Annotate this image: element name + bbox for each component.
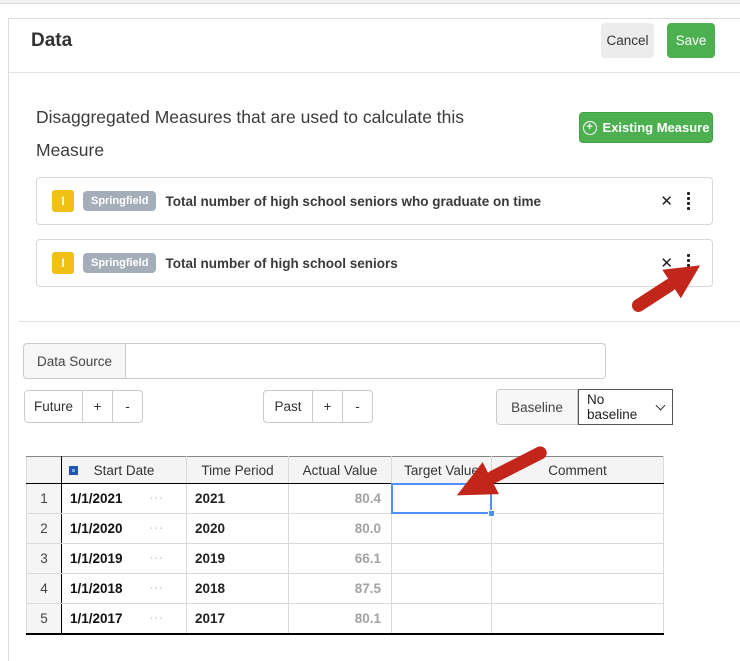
data-grid: Start Date Time Period Actual Value Targ… (26, 456, 664, 635)
cell-target-value[interactable] (391, 483, 492, 514)
plus-circle-icon: + (582, 120, 597, 135)
remove-measure-icon[interactable]: ✕ (660, 194, 673, 209)
add-existing-measure-button[interactable]: + Existing Measure (579, 112, 713, 143)
date-more-icon: ··· (150, 523, 164, 535)
measure-label: Total number of high school seniors who … (165, 193, 541, 209)
column-header-start-date[interactable]: Start Date (61, 456, 187, 484)
save-button[interactable]: Save (667, 23, 715, 58)
cancel-button[interactable]: Cancel (601, 23, 654, 58)
table-row: 1 1/1/2021 ··· 2021 80.4 (26, 483, 664, 514)
section-divider (19, 321, 740, 322)
row-number[interactable]: 1 (26, 483, 62, 514)
cell-start-date[interactable]: 1/1/2021 ··· (61, 483, 187, 514)
header-divider (9, 72, 740, 73)
date-more-icon: ··· (150, 493, 164, 505)
table-row: 2 1/1/2020 ··· 2020 80.0 (26, 513, 664, 544)
more-options-icon[interactable] (685, 252, 692, 274)
table-row: 5 1/1/2017 ··· 2017 80.1 (26, 603, 664, 635)
cell-target-value[interactable] (391, 603, 492, 635)
cell-start-date[interactable]: 1/1/2018 ··· (61, 573, 187, 604)
cell-actual-value[interactable]: 66.1 (288, 543, 392, 574)
data-table: Start Date Time Period Actual Value Targ… (26, 456, 664, 635)
table-row: 4 1/1/2018 ··· 2018 87.5 (26, 573, 664, 604)
cell-target-value[interactable] (391, 543, 492, 574)
cell-time-period[interactable]: 2021 (186, 483, 289, 514)
date-more-icon: ··· (150, 553, 164, 565)
cell-time-period[interactable]: 2019 (186, 543, 289, 574)
cell-comment[interactable] (491, 573, 664, 604)
cell-start-date[interactable]: 1/1/2017 ··· (61, 603, 187, 635)
cell-comment[interactable] (491, 603, 664, 635)
baseline-select[interactable]: No baseline (578, 389, 673, 425)
row-number[interactable]: 2 (26, 513, 62, 544)
cell-actual-value[interactable]: 87.5 (288, 573, 392, 604)
baseline-selected-value: No baseline (587, 392, 638, 422)
cell-actual-value[interactable]: 80.4 (288, 483, 392, 514)
territory-badge: Springfield (83, 191, 157, 211)
indicator-badge: I (52, 190, 74, 212)
cell-comment[interactable] (491, 543, 664, 574)
cell-start-date[interactable]: 1/1/2019 ··· (61, 543, 187, 574)
row-number-header (26, 456, 62, 484)
date-more-icon: ··· (150, 613, 164, 625)
column-header-comment[interactable]: Comment (491, 456, 664, 484)
date-more-icon: ··· (150, 583, 164, 595)
data-panel: Data Cancel Save Disaggregated Measures … (8, 18, 740, 661)
indicator-badge: I (52, 252, 74, 274)
cell-actual-value[interactable]: 80.0 (288, 513, 392, 544)
row-number[interactable]: 5 (26, 603, 62, 635)
chevron-down-icon (655, 400, 666, 410)
row-number[interactable]: 4 (26, 573, 62, 604)
cell-start-date[interactable]: 1/1/2020 ··· (61, 513, 187, 544)
column-header-actual-value[interactable]: Actual Value (288, 456, 392, 484)
remove-measure-icon[interactable]: ✕ (660, 256, 673, 271)
measure-item: I Springfield Total number of high schoo… (36, 177, 713, 225)
cell-comment[interactable] (491, 483, 664, 514)
past-label: Past (263, 390, 313, 423)
future-plus-button[interactable]: + (82, 390, 113, 423)
add-existing-measure-label: Existing Measure (602, 120, 710, 135)
cell-comment[interactable] (491, 513, 664, 544)
more-options-icon[interactable] (685, 190, 692, 212)
baseline-label: Baseline (496, 389, 578, 425)
column-header-time-period[interactable]: Time Period (186, 456, 289, 484)
top-strip (0, 0, 740, 4)
cell-time-period[interactable]: 2018 (186, 573, 289, 604)
measure-item: I Springfield Total number of high schoo… (36, 239, 713, 287)
past-plus-button[interactable]: + (312, 390, 343, 423)
future-minus-button[interactable]: - (112, 390, 143, 423)
cell-target-value[interactable] (391, 513, 492, 544)
data-edit-screen: Data Cancel Save Disaggregated Measures … (0, 0, 740, 661)
column-header-target-value[interactable]: Target Value (391, 456, 492, 484)
cell-target-value[interactable] (391, 573, 492, 604)
territory-badge: Springfield (83, 253, 157, 273)
past-controls: Past + - (263, 390, 373, 423)
cell-time-period[interactable]: 2017 (186, 603, 289, 635)
cell-actual-value[interactable]: 80.1 (288, 603, 392, 635)
baseline-controls: Baseline No baseline (496, 389, 673, 425)
measure-label: Total number of high school seniors (165, 255, 398, 271)
row-number[interactable]: 3 (26, 543, 62, 574)
data-source-group: Data Source (23, 343, 606, 379)
data-source-label: Data Source (23, 343, 126, 379)
data-source-input[interactable] (126, 343, 606, 379)
past-minus-button[interactable]: - (342, 390, 373, 423)
future-controls: Future + - (24, 390, 143, 423)
column-pin-icon (69, 466, 78, 475)
cell-time-period[interactable]: 2020 (186, 513, 289, 544)
page-title: Data (31, 30, 73, 51)
future-label: Future (24, 390, 83, 423)
header-row: Start Date Time Period Actual Value Targ… (26, 456, 664, 484)
section-heading: Disaggregated Measures that are used to … (36, 107, 465, 160)
table-row: 3 1/1/2019 ··· 2019 66.1 (26, 543, 664, 574)
